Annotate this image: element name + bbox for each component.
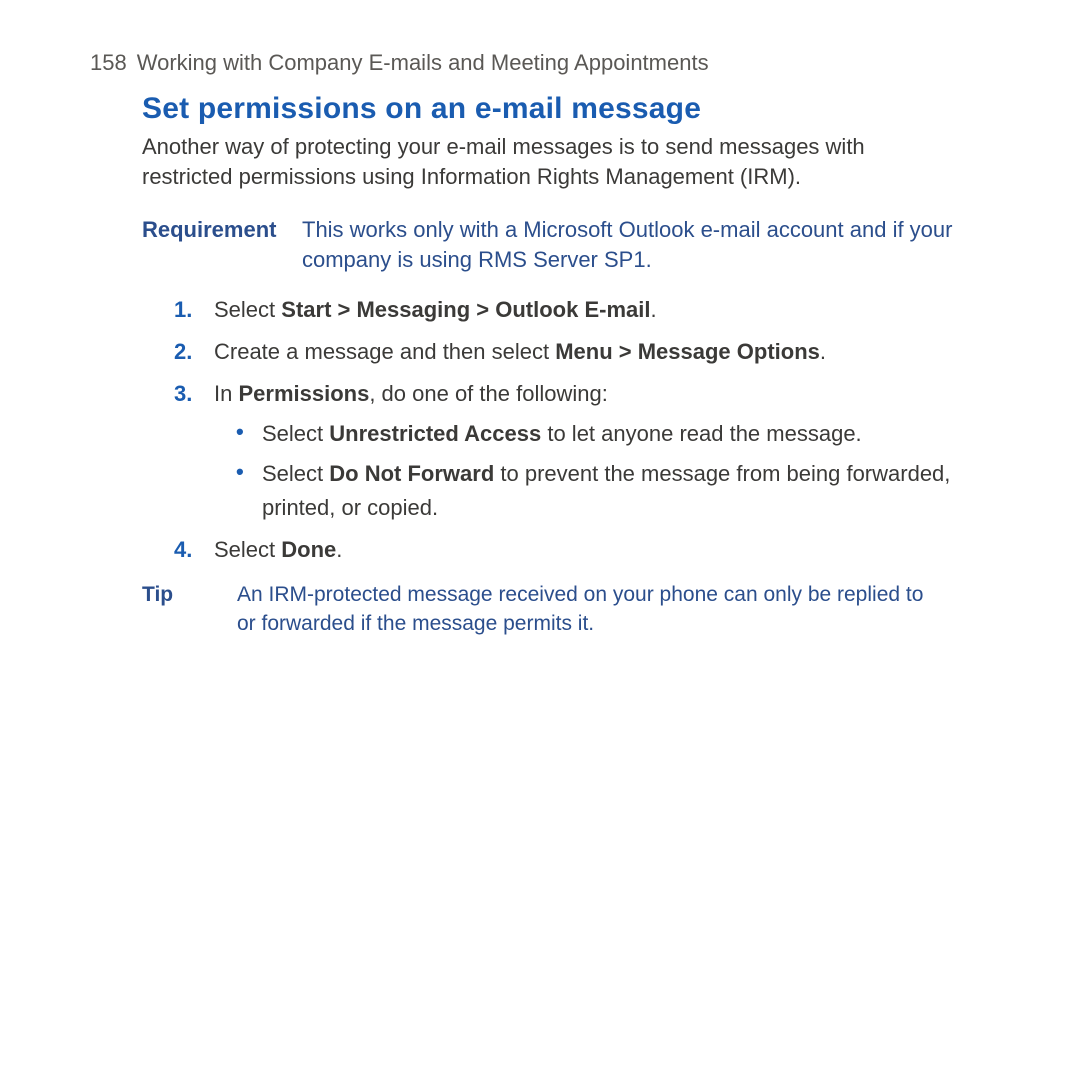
step-3-sub-2: Select Do Not Forward to prevent the mes… <box>232 457 990 525</box>
section-title: Set permissions on an e-mail message <box>142 92 990 126</box>
ui-term: Unrestricted Access <box>329 421 541 446</box>
tip-note: Tip An IRM-protected message received on… <box>142 581 990 638</box>
running-title: Working with Company E-mails and Meeting… <box>137 50 709 75</box>
requirement-label: Requirement <box>142 215 302 274</box>
tip-body: An IRM-protected message received on you… <box>237 581 927 638</box>
ui-path: Menu > Message Options <box>555 339 820 364</box>
page: 158 Working with Company E-mails and Meet… <box>0 0 1080 1080</box>
requirement-body: This works only with a Microsoft Outlook… <box>302 215 990 274</box>
step-3-sub-1: Select Unrestricted Access to let anyone… <box>232 417 990 451</box>
step-2: Create a message and then select Menu > … <box>208 335 990 369</box>
step-3: In Permissions, do one of the following:… <box>208 377 990 525</box>
ui-term: Do Not Forward <box>329 461 494 486</box>
tip-label: Tip <box>142 581 237 638</box>
step-4: Select Done. <box>208 533 990 567</box>
lead-paragraph: Another way of protecting your e-mail me… <box>142 132 942 191</box>
running-header: 158 Working with Company E-mails and Meet… <box>90 50 990 76</box>
requirement-note: Requirement This works only with a Micro… <box>142 215 990 274</box>
ui-path: Start > Messaging > Outlook E-mail <box>281 297 650 322</box>
step-1: Select Start > Messaging > Outlook E-mai… <box>208 293 990 327</box>
ui-term: Permissions <box>238 381 369 406</box>
page-number: 158 <box>90 50 127 75</box>
steps-list: Select Start > Messaging > Outlook E-mai… <box>162 293 990 568</box>
step-3-substeps: Select Unrestricted Access to let anyone… <box>232 417 990 525</box>
ui-term: Done <box>281 537 336 562</box>
